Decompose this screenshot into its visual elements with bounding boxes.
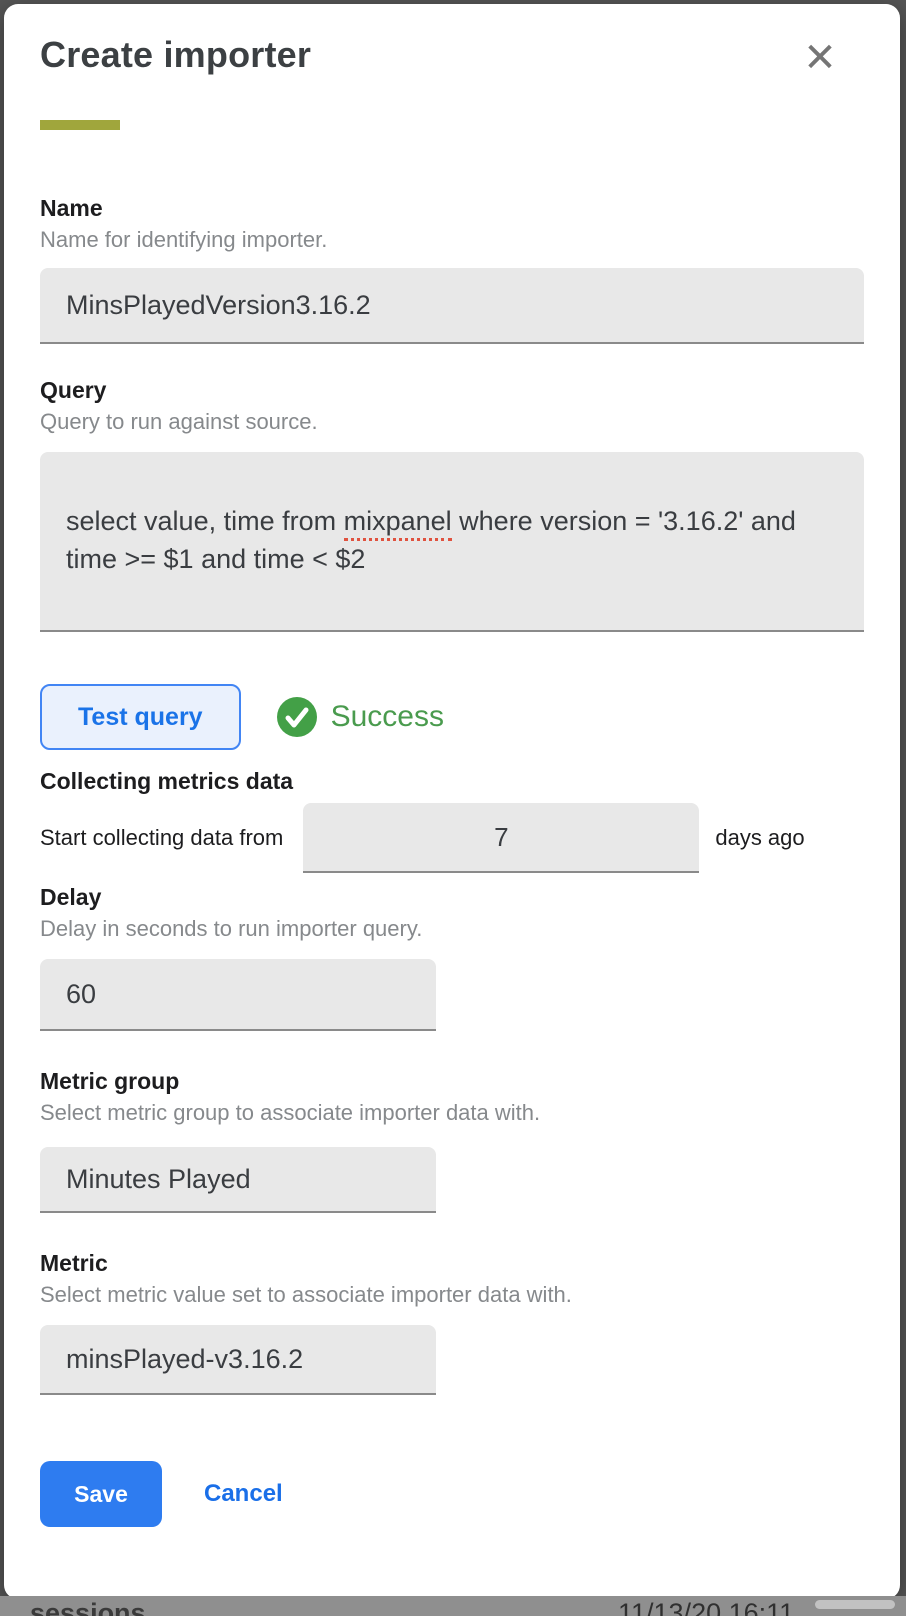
name-label: Name bbox=[40, 194, 864, 222]
delay-input[interactable]: 60 bbox=[40, 959, 436, 1031]
query-text-before: select value, time from bbox=[66, 506, 344, 536]
metric-section: Metric Select metric value set to associ… bbox=[40, 1249, 864, 1395]
name-input[interactable]: MinsPlayedVersion3.16.2 bbox=[40, 268, 864, 344]
save-button[interactable]: Save bbox=[40, 1461, 162, 1527]
metric-group-select[interactable]: Minutes Played bbox=[40, 1147, 436, 1213]
delay-description: Delay in seconds to run importer query. bbox=[40, 915, 864, 943]
page-backdrop: sessions 11/13/20 16:11 bbox=[0, 1596, 906, 1616]
collecting-prefix-label: Start collecting data from bbox=[40, 825, 283, 851]
delay-label: Delay bbox=[40, 883, 864, 911]
dialog-title: Create importer bbox=[40, 34, 864, 76]
collecting-suffix-label: days ago bbox=[715, 825, 804, 851]
metric-group-description: Select metric group to associate importe… bbox=[40, 1099, 864, 1127]
metric-group-value: Minutes Played bbox=[66, 1164, 251, 1195]
dialog-actions: Save Cancel bbox=[40, 1461, 864, 1527]
query-label: Query bbox=[40, 376, 864, 404]
days-ago-input[interactable]: 7 bbox=[303, 803, 699, 873]
collecting-heading: Collecting metrics data bbox=[40, 768, 864, 795]
success-check-icon bbox=[277, 697, 317, 737]
delay-section: Delay Delay in seconds to run importer q… bbox=[40, 883, 864, 1031]
accent-bar bbox=[40, 120, 120, 130]
metric-label: Metric bbox=[40, 1249, 864, 1277]
backdrop-scrollbar bbox=[815, 1600, 895, 1609]
close-icon[interactable]: ✕ bbox=[796, 34, 844, 82]
test-status-label: Success bbox=[331, 700, 444, 734]
metric-description: Select metric value set to associate imp… bbox=[40, 1281, 864, 1309]
cancel-button[interactable]: Cancel bbox=[204, 1480, 283, 1508]
delay-input-value: 60 bbox=[66, 979, 96, 1010]
query-section: Query Query to run against source. selec… bbox=[40, 376, 864, 632]
metric-value: minsPlayed-v3.16.2 bbox=[66, 1344, 303, 1375]
metric-select[interactable]: minsPlayed-v3.16.2 bbox=[40, 1325, 436, 1395]
backdrop-sessions-text: sessions bbox=[30, 1598, 146, 1616]
collecting-row: Start collecting data from 7 days ago bbox=[40, 803, 864, 873]
name-input-value: MinsPlayedVersion3.16.2 bbox=[66, 290, 371, 321]
metric-group-section: Metric group Select metric group to asso… bbox=[40, 1067, 864, 1213]
query-textarea[interactable]: select value, time from mixpanel where v… bbox=[40, 452, 864, 632]
days-ago-value: 7 bbox=[494, 822, 508, 853]
query-spellcheck-word: mixpanel bbox=[344, 506, 452, 541]
backdrop-timestamp-text: 11/13/20 16:11 bbox=[618, 1598, 794, 1616]
create-importer-dialog: Create importer ✕ Name Name for identify… bbox=[4, 4, 900, 1599]
test-status: Success bbox=[277, 697, 444, 737]
name-description: Name for identifying importer. bbox=[40, 226, 864, 254]
metric-group-label: Metric group bbox=[40, 1067, 864, 1095]
name-section: Name Name for identifying importer. Mins… bbox=[40, 194, 864, 344]
query-description: Query to run against source. bbox=[40, 408, 864, 436]
test-query-button[interactable]: Test query bbox=[40, 684, 241, 750]
test-query-row: Test query Success bbox=[40, 684, 864, 750]
